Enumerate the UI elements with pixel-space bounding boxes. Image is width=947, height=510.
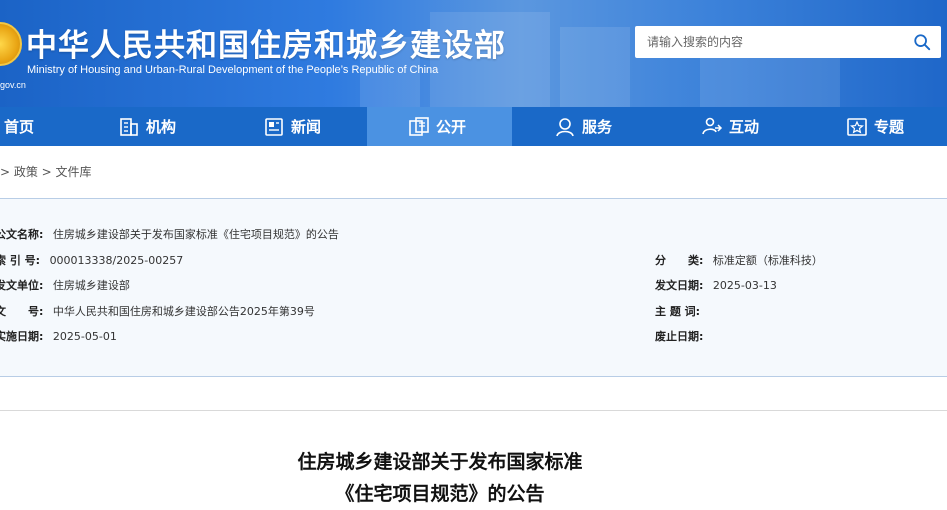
- meta-row-issuer: 发文单位: 住房城乡建设部: [0, 277, 130, 293]
- site-subtitle: Ministry of Housing and Urban-Rural Deve…: [27, 64, 439, 76]
- nav-item-interaction[interactable]: 互动: [701, 107, 801, 146]
- disclosure-icon: [409, 116, 429, 136]
- nav-label: 服务: [582, 118, 613, 136]
- nav-label: 机构: [146, 118, 177, 136]
- interaction-icon: [702, 117, 723, 134]
- meta-value: 2025-03-13: [712, 279, 777, 292]
- section-divider: [0, 410, 947, 411]
- meta-label: 发文日期:: [655, 279, 704, 292]
- article-title-line1: 住房城乡建设部关于发布国家标准: [297, 451, 583, 473]
- nav-item-news[interactable]: 新闻: [263, 107, 363, 146]
- service-icon: [556, 117, 574, 136]
- meta-row-keywords: 主 题 词:: [655, 303, 706, 319]
- site-title[interactable]: 中华人民共和国住房和城乡建设部: [26, 20, 506, 65]
- meta-value: 000013338/2025-00257: [49, 254, 184, 267]
- meta-value: 2025-05-01: [52, 330, 117, 343]
- main-nav: 首页 机构 新闻 公开 服务 互动 专题: [0, 107, 947, 146]
- meta-value: 住房城乡建设部关于发布国家标准《住宅项目规范》的公告: [52, 228, 339, 241]
- news-icon: [265, 117, 283, 136]
- meta-label: 索 引 号:: [0, 254, 41, 267]
- meta-row-date: 发文日期: 2025-03-13: [655, 277, 777, 293]
- meta-label: 发文单位:: [0, 279, 44, 292]
- meta-row-docno: 文 号: 中华人民共和国住房和城乡建设部公告2025年第39号: [0, 303, 315, 319]
- topic-icon: [847, 117, 867, 136]
- article-title: 住房城乡建设部关于发布国家标准 《住宅项目规范》的公告: [0, 446, 880, 510]
- search-input[interactable]: [647, 26, 897, 58]
- meta-label: 主 题 词:: [655, 305, 701, 318]
- article-title-line2: 《住宅项目规范》的公告: [335, 483, 545, 505]
- nav-item-topic[interactable]: 专题: [846, 107, 946, 146]
- search-icon[interactable]: [913, 33, 931, 51]
- meta-row-effective: 实施日期: 2025-05-01: [0, 328, 117, 344]
- nav-label: 公开: [436, 118, 467, 136]
- meta-value: 住房城乡建设部: [52, 279, 130, 292]
- meta-row-expiry: 废止日期:: [655, 328, 709, 344]
- nav-item-disclosure[interactable]: 公开: [367, 107, 512, 146]
- nav-label: 专题: [874, 118, 905, 136]
- meta-label: 实施日期:: [0, 330, 44, 343]
- search-box: [635, 26, 941, 58]
- national-emblem-icon: [0, 22, 22, 66]
- nav-label: 首页: [4, 118, 35, 136]
- building-icon: [120, 117, 138, 136]
- meta-value: 标准定额（标准科技）: [712, 254, 823, 267]
- document-metadata-panel: 公文名称: 住房城乡建设部关于发布国家标准《住宅项目规范》的公告 索 引 号: …: [0, 198, 947, 377]
- nav-item-home[interactable]: 首页: [4, 107, 74, 146]
- header-banner: 中华人民共和国住房和城乡建设部 Ministry of Housing and …: [0, 0, 947, 107]
- nav-item-service[interactable]: 服务: [554, 107, 654, 146]
- meta-row-title: 公文名称: 住房城乡建设部关于发布国家标准《住宅项目规范》的公告: [0, 226, 339, 242]
- meta-row-category: 分 类: 标准定额（标准科技）: [655, 252, 823, 268]
- meta-label: 分 类:: [655, 254, 704, 267]
- meta-label: 废止日期:: [655, 330, 704, 343]
- breadcrumb[interactable]: > 政策 > 文件库: [0, 163, 92, 180]
- meta-label: 文 号:: [0, 305, 44, 318]
- nav-label: 互动: [729, 118, 760, 136]
- nav-label: 新闻: [291, 118, 322, 136]
- nav-item-organization[interactable]: 机构: [118, 107, 218, 146]
- meta-row-index: 索 引 号: 000013338/2025-00257: [0, 252, 183, 268]
- site-domain: gov.cn: [0, 80, 26, 90]
- meta-value: 中华人民共和国住房和城乡建设部公告2025年第39号: [52, 305, 315, 318]
- meta-label: 公文名称:: [0, 228, 44, 241]
